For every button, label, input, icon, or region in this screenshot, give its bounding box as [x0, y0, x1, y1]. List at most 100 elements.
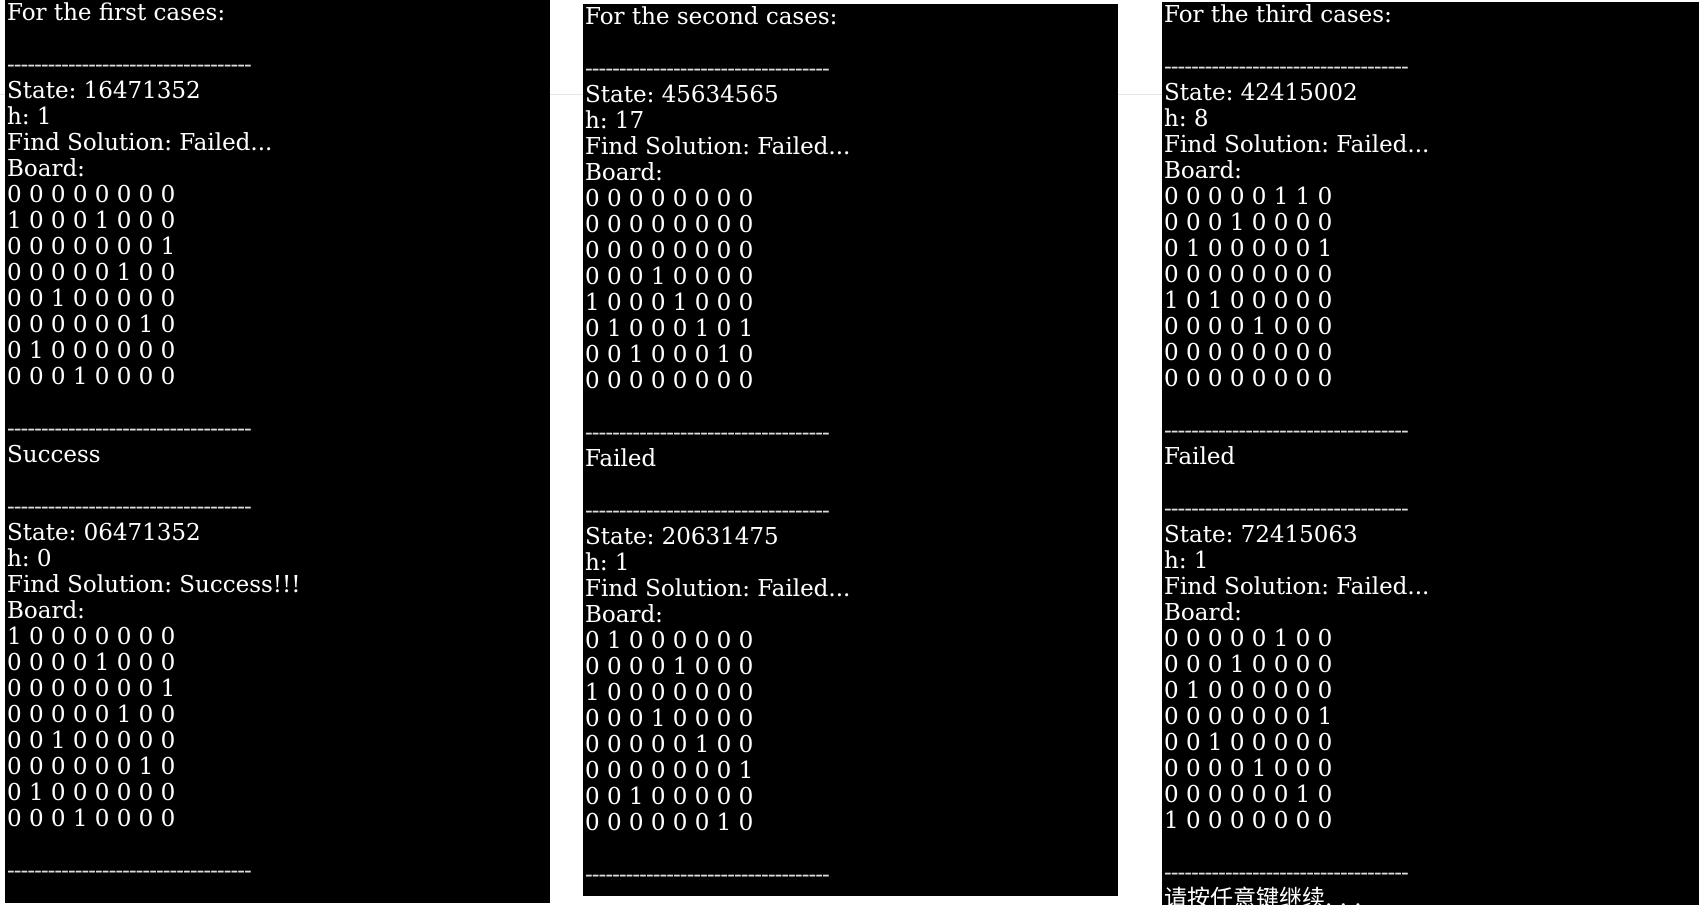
board-row: 0 1 0 0 0 0 0 0: [7, 780, 176, 806]
console-window-third: For the third cases: --------------------…: [1162, 2, 1699, 905]
board-row: 1 0 0 0 1 0 0 0: [585, 290, 754, 316]
console-text-line: State: 06471352: [7, 520, 201, 546]
board-row: 0 1 0 0 0 0 0 0: [7, 338, 176, 364]
board-row: 0 0 0 0 1 0 0 0: [585, 654, 754, 680]
board-row: 0 0 0 0 0 0 0 0: [585, 212, 754, 238]
board-row: 0 0 0 0 0 0 1 0: [7, 312, 176, 338]
separator-line: ------------------------------------: [7, 494, 252, 520]
console-text-line: State: 72415063: [1164, 522, 1358, 548]
board-row: 0 0 0 0 0 0 0 1: [7, 676, 176, 702]
board-row: 0 0 1 0 0 0 0 0: [1164, 730, 1333, 756]
board-row: 0 0 0 0 0 1 1 0: [1164, 184, 1333, 210]
console-text-line: h: 1: [7, 104, 52, 130]
console-text-line: Failed: [585, 446, 657, 472]
board-row: 0 1 0 0 0 0 0 0: [585, 628, 754, 654]
board-row: 0 0 0 0 0 0 0 1: [1164, 704, 1333, 730]
separator-line: ------------------------------------: [7, 52, 252, 78]
console-text-line: Board:: [1164, 600, 1242, 626]
board-row: 0 0 0 0 0 1 0 0: [7, 260, 176, 286]
separator-line: ------------------------------------: [585, 56, 830, 82]
separator-line: ------------------------------------: [585, 862, 830, 888]
board-grid: 0 0 0 0 0 1 1 00 0 0 1 0 0 0 00 1 0 0 0 …: [1164, 184, 1699, 392]
board-row: 1 0 0 0 0 0 0 0: [1164, 808, 1333, 834]
separator-line: ------------------------------------: [1164, 496, 1409, 522]
console-text-line: Board:: [1164, 158, 1242, 184]
board-row: 0 0 0 0 0 0 0 0: [585, 368, 754, 394]
board-row: 0 0 0 0 0 1 0 0: [585, 732, 754, 758]
board-row: 0 0 0 1 0 0 0 0: [585, 264, 754, 290]
board-row: 0 0 0 1 0 0 0 0: [1164, 210, 1333, 236]
board-row: 0 0 0 1 0 0 0 0: [1164, 652, 1333, 678]
console-window-first: For the first cases: --------------------…: [5, 0, 550, 903]
separator-line: ------------------------------------: [7, 416, 252, 442]
console-text-line: Find Solution: Success!!!: [7, 572, 301, 598]
board-row: 0 0 0 0 0 0 1 0: [7, 754, 176, 780]
console-text-line: State: 16471352: [7, 78, 201, 104]
console-text-line: Find Solution: Failed...: [7, 130, 273, 156]
board-row: 1 0 0 0 0 0 0 0: [7, 624, 176, 650]
board-row: 0 0 0 0 0 1 0 0: [7, 702, 176, 728]
console-text-line: For the second cases:: [585, 4, 838, 30]
board-row: 0 0 0 1 0 0 0 0: [7, 364, 176, 390]
board-row: 1 0 0 0 1 0 0 0: [7, 208, 176, 234]
console-text-line: h: 0: [7, 546, 52, 572]
console-text-line: State: 20631475: [585, 524, 779, 550]
separator-line: ------------------------------------: [585, 498, 830, 524]
board-row: 0 0 0 0 0 1 0 0: [1164, 626, 1333, 652]
board-grid: 0 1 0 0 0 0 0 00 0 0 0 1 0 0 01 0 0 0 0 …: [585, 628, 1118, 836]
console-text-line: Board:: [7, 156, 85, 182]
board-row: 0 0 1 0 0 0 0 0: [585, 784, 754, 810]
console-text-line: h: 1: [1164, 548, 1209, 574]
board-row: 0 0 0 0 0 0 0 1: [7, 234, 176, 260]
separator-line: ------------------------------------: [7, 858, 252, 884]
board-row: 0 1 0 0 0 1 0 1: [585, 316, 754, 342]
board-row: 0 0 0 0 0 0 0 0: [7, 182, 176, 208]
console-text-line: Board:: [585, 602, 663, 628]
board-row: 1 0 1 0 0 0 0 0: [1164, 288, 1333, 314]
console-text-line: Success: [7, 442, 101, 468]
board-grid: 1 0 0 0 0 0 0 00 0 0 0 1 0 0 00 0 0 0 0 …: [7, 624, 550, 832]
board-row: 0 0 0 1 0 0 0 0: [7, 806, 176, 832]
console-text-line: State: 45634565: [585, 82, 779, 108]
board-row: 0 0 0 0 0 0 0 0: [1164, 262, 1333, 288]
board-row: 1 0 0 0 0 0 0 0: [585, 680, 754, 706]
console-text-line: h: 17: [585, 108, 645, 134]
board-row: 0 0 0 0 0 0 0 0: [585, 238, 754, 264]
console-text-line: For the third cases:: [1164, 2, 1392, 28]
console-text-line: Find Solution: Failed...: [585, 576, 851, 602]
console-text-line: Find Solution: Failed...: [1164, 132, 1430, 158]
board-row: 0 0 0 0 0 0 0 0: [1164, 340, 1333, 366]
board-row: 0 0 0 0 1 0 0 0: [7, 650, 176, 676]
board-row: 0 1 0 0 0 0 0 1: [1164, 236, 1333, 262]
board-row: 0 0 1 0 0 0 0 0: [7, 286, 176, 312]
board-grid: 0 0 0 0 0 1 0 00 0 0 1 0 0 0 00 1 0 0 0 …: [1164, 626, 1699, 834]
console-window-second: For the second cases: -------------------…: [583, 4, 1118, 896]
board-row: 0 1 0 0 0 0 0 0: [1164, 678, 1333, 704]
separator-line: ------------------------------------: [1164, 418, 1409, 444]
console-text-line: Board:: [585, 160, 663, 186]
board-row: 0 0 1 0 0 0 0 0: [7, 728, 176, 754]
console-text-line: Board:: [7, 598, 85, 624]
board-row: 0 0 0 0 1 0 0 0: [1164, 314, 1333, 340]
console-text-line: State: 42415002: [1164, 80, 1358, 106]
console-text-line: For the first cases:: [7, 0, 226, 26]
console-text-line: Find Solution: Failed...: [1164, 574, 1430, 600]
board-grid: 0 0 0 0 0 0 0 00 0 0 0 0 0 0 00 0 0 0 0 …: [585, 186, 1118, 394]
board-row: 0 0 0 0 0 0 1 0: [1164, 782, 1333, 808]
board-grid: 0 0 0 0 0 0 0 01 0 0 0 1 0 0 00 0 0 0 0 …: [7, 182, 550, 390]
console-text-line: h: 1: [585, 550, 630, 576]
console-text-line: 请按任意键继续. . .: [1164, 886, 1362, 905]
console-text-line: Failed: [1164, 444, 1236, 470]
board-row: 0 0 0 0 0 0 0 1: [585, 758, 754, 784]
board-row: 0 0 0 1 0 0 0 0: [585, 706, 754, 732]
